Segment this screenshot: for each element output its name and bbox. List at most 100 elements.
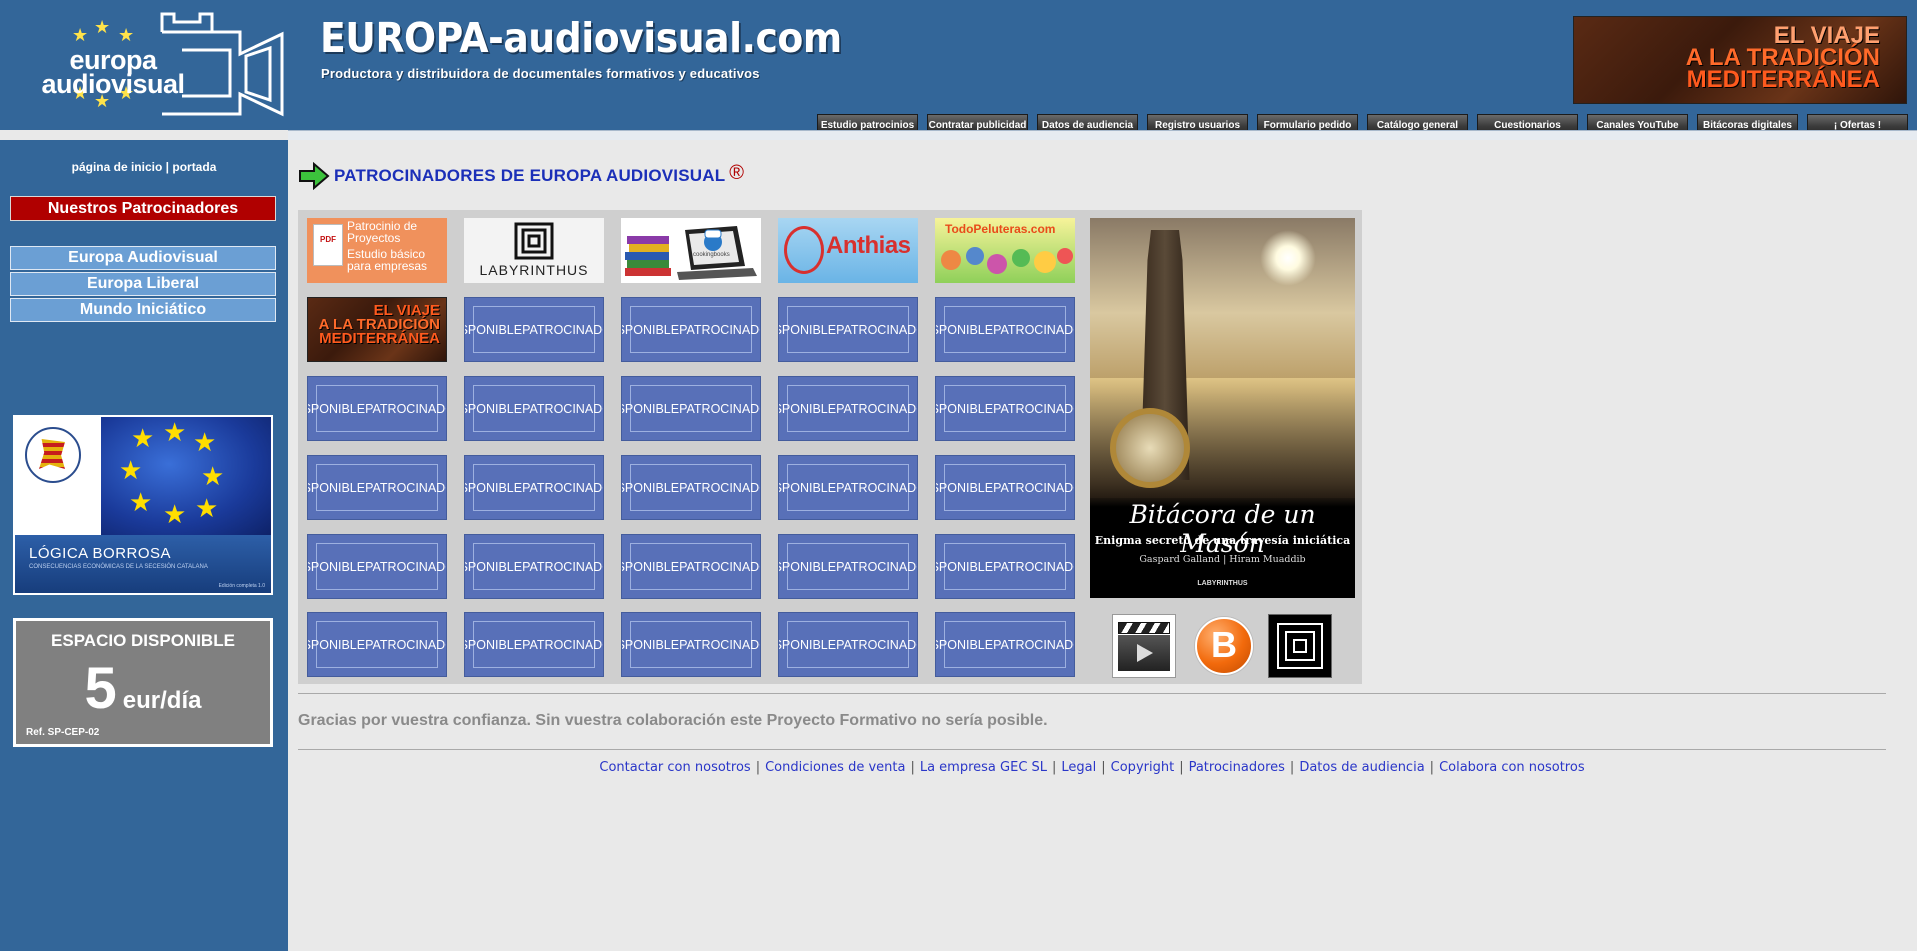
sponsor-slot-label: DISPONIBLEPATROCINADOR — [308, 385, 446, 432]
sponsor-slot-label: DISPONIBLEPATROCINADOR — [936, 464, 1074, 511]
sponsor-slot-label: DISPONIBLEPATROCINADOR — [308, 464, 446, 511]
footer-link[interactable]: Legal — [1061, 760, 1096, 775]
sponsor-slot-disponible[interactable]: DISPONIBLEPATROCINADOR — [935, 297, 1075, 362]
espacio-price: 5 eur/día — [16, 655, 270, 722]
sponsor-todopeluteras[interactable]: TodoPeluteras.com — [935, 218, 1075, 283]
logica-borrosa-banner[interactable]: ★ ★ ★ ★ ★ ★ ★ ★ LÓGICA BORROSA CONSECUEN… — [13, 415, 273, 595]
sponsor-slot-label: DISPONIBLEPATROCINADOR — [936, 306, 1074, 353]
sponsor-patrocinio-proyectos[interactable]: Patrocinio de Proyectos Estudio básico p… — [307, 218, 447, 283]
footer-separator: | — [910, 760, 915, 775]
sponsor-anthias[interactable]: Anthias — [778, 218, 918, 283]
sponsor-slot-disponible[interactable]: DISPONIBLEPATROCINADOR — [464, 612, 604, 677]
sponsor-slot-disponible[interactable]: DISPONIBLEPATROCINADOR — [935, 455, 1075, 520]
footer-link[interactable]: Patrocinadores — [1189, 760, 1285, 775]
sponsor-slot-label: DISPONIBLEPATROCINADOR — [622, 464, 760, 511]
compass-image — [1110, 408, 1190, 488]
header-divider — [288, 130, 1917, 140]
site-title[interactable]: EUROPA-audiovisual.com — [320, 14, 842, 62]
sponsor-slot-label: DISPONIBLEPATROCINADOR — [308, 543, 446, 590]
footer-link[interactable]: Copyright — [1111, 760, 1175, 775]
footer-links: Contactar con nosotros | Condiciones de ve… — [298, 760, 1886, 775]
nuestros-patrocinadores-button[interactable]: Nuestros Patrocinadores — [10, 196, 276, 221]
sponsor-slot-disponible[interactable]: DISPONIBLEPATROCINADOR — [621, 297, 761, 362]
footer-link[interactable]: Datos de audiencia — [1299, 760, 1424, 775]
sponsor-slot-label: DISPONIBLEPATROCINADOR — [936, 385, 1074, 432]
viaje-tradicion-banner[interactable]: EL VIAJE A LA TRADICIÓN MEDITERRÁNEA — [1573, 16, 1907, 104]
europa-audiovisual-logo[interactable]: ★ ★ ★ ★ ★ ★ europa audiovisual — [20, 10, 285, 120]
sponsor-slot-label: DISPONIBLEPATROCINADOR — [465, 464, 603, 511]
sponsor-cookingbooks[interactable]: cookingbooks — [621, 218, 761, 283]
footer-link[interactable]: Colabora con nosotros — [1439, 760, 1585, 775]
sponsor-slot-disponible[interactable]: DISPONIBLEPATROCINADOR — [778, 376, 918, 441]
book-authors: Gaspard Galland | Hiram Muaddib — [1139, 554, 1306, 565]
labyrinth-icon[interactable] — [1268, 614, 1332, 678]
sponsor-slot-label: DISPONIBLEPATROCINADOR — [308, 621, 446, 668]
footer-separator: | — [1179, 760, 1184, 775]
sponsor-slot-disponible[interactable]: DISPONIBLEPATROCINADOR — [621, 534, 761, 599]
price-value: 5 — [84, 656, 117, 721]
sponsor-slot-label: DISPONIBLEPATROCINADOR — [465, 385, 603, 432]
sponsor-slot-disponible[interactable]: DISPONIBLEPATROCINADOR — [307, 612, 447, 677]
sponsor-viaje-tradicion[interactable]: EL VIAJE A LA TRADICIÓN MEDITERRÁNEA — [307, 297, 447, 362]
sponsor-slot-label: DISPONIBLEPATROCINADOR — [779, 543, 917, 590]
sponsor-slot-disponible[interactable]: DISPONIBLEPATROCINADOR — [307, 534, 447, 599]
sidebar-item-europa-audiovisual[interactable]: Europa Audiovisual — [10, 246, 276, 270]
sponsor-slot-disponible[interactable]: DISPONIBLEPATROCINADOR — [778, 612, 918, 677]
thanks-message: Gracias por vuestra confianza. Sin vuest… — [298, 712, 1048, 729]
sponsor-slot-disponible[interactable]: DISPONIBLEPATROCINADOR — [621, 376, 761, 441]
video-clapper-icon[interactable] — [1112, 614, 1176, 678]
footer-link[interactable]: Contactar con nosotros — [599, 760, 750, 775]
arrow-right-icon — [299, 162, 330, 190]
banner-subtitle: CONSECUENCIAS ECONÓMICAS DE LA SECESIÓN … — [29, 564, 208, 570]
sponsor-slot-label: DISPONIBLEPATROCINADOR — [936, 621, 1074, 668]
sponsor-slot-disponible[interactable]: DISPONIBLEPATROCINADOR — [935, 534, 1075, 599]
banner-emblem — [15, 417, 101, 535]
banner-caption: LÓGICA BORROSA CONSECUENCIAS ECONÓMICAS … — [15, 535, 271, 593]
sponsor-slot-disponible[interactable]: DISPONIBLEPATROCINADOR — [464, 376, 604, 441]
sponsor-slot-disponible[interactable]: DISPONIBLEPATROCINADOR — [464, 455, 604, 520]
page-title: PATROCINADORES DE EUROPA AUDIOVISUAL ® — [298, 162, 744, 190]
portada-link[interactable]: portada — [172, 160, 216, 174]
sponsor-label: cookingbooks — [693, 252, 730, 258]
sponsor-slot-label: DISPONIBLEPATROCINADOR — [779, 306, 917, 353]
sponsor-slot-disponible[interactable]: DISPONIBLEPATROCINADOR — [778, 455, 918, 520]
footer-separator: | — [1429, 760, 1435, 775]
blogger-icon[interactable]: B — [1192, 614, 1256, 678]
footer-link[interactable]: La empresa GEC SL — [920, 760, 1047, 775]
footer-link[interactable]: Condiciones de venta — [765, 760, 905, 775]
sponsor-slot-disponible[interactable]: DISPONIBLEPATROCINADOR — [621, 612, 761, 677]
book-publisher: LABYRINTHUS — [1197, 580, 1248, 587]
home-link[interactable]: página de inicio — [72, 160, 163, 174]
sidebar-item-mundo-iniciatico[interactable]: Mundo Iniciático — [10, 298, 276, 322]
sponsor-slot-disponible[interactable]: DISPONIBLEPATROCINADOR — [778, 534, 918, 599]
eu-stars-image: ★ ★ ★ ★ ★ ★ ★ ★ — [101, 417, 271, 535]
sponsor-slot-label: DISPONIBLEPATROCINADOR — [465, 621, 603, 668]
sponsor-slot-disponible[interactable]: DISPONIBLEPATROCINADOR — [307, 455, 447, 520]
catalonia-emblem-icon — [25, 427, 81, 483]
book-title: Bitácora de un Masón — [1129, 500, 1316, 558]
sponsor-slot-label: DISPONIBLEPATROCINADOR — [779, 385, 917, 432]
divider — [298, 749, 1886, 750]
sponsor-label: Anthias — [826, 232, 911, 259]
bitacora-mason-book-ad[interactable]: Bitácora de un Masón Enigma secreto de u… — [1090, 218, 1355, 598]
espacio-disponible-banner[interactable]: ESPACIO DISPONIBLE 5 eur/día Ref. SP-CEP-… — [13, 618, 273, 747]
espacio-ref: Ref. SP-CEP-02 — [26, 727, 100, 738]
camera-icon — [160, 12, 284, 117]
sponsor-slot-disponible[interactable]: DISPONIBLEPATROCINADOR — [307, 376, 447, 441]
sponsor-label: LABYRINTHUS — [479, 262, 589, 278]
sponsor-slot-disponible[interactable]: DISPONIBLEPATROCINADOR — [935, 612, 1075, 677]
separator: | — [165, 160, 170, 174]
sponsor-slot-label: DISPONIBLEPATROCINADOR — [465, 543, 603, 590]
sponsor-slot-disponible[interactable]: DISPONIBLEPATROCINADOR — [464, 534, 604, 599]
sponsor-slot-disponible[interactable]: DISPONIBLEPATROCINADOR — [621, 455, 761, 520]
sponsor-slot-disponible[interactable]: DISPONIBLEPATROCINADOR — [464, 297, 604, 362]
sun-image — [1260, 230, 1316, 286]
sidebar-item-europa-liberal[interactable]: Europa Liberal — [10, 272, 276, 296]
sponsor-slot-label: DISPONIBLEPATROCINADOR — [622, 621, 760, 668]
star-icon: ★ — [94, 17, 111, 37]
sponsor-slot-disponible[interactable]: DISPONIBLEPATROCINADOR — [935, 376, 1075, 441]
sponsor-slot-disponible[interactable]: DISPONIBLEPATROCINADOR — [778, 297, 918, 362]
sponsor-slot-label: DISPONIBLEPATROCINADOR — [622, 306, 760, 353]
heading-text: PATROCINADORES DE EUROPA AUDIOVISUAL — [334, 166, 726, 185]
sponsor-labyrinthus[interactable]: LABYRINTHUS — [464, 218, 604, 283]
